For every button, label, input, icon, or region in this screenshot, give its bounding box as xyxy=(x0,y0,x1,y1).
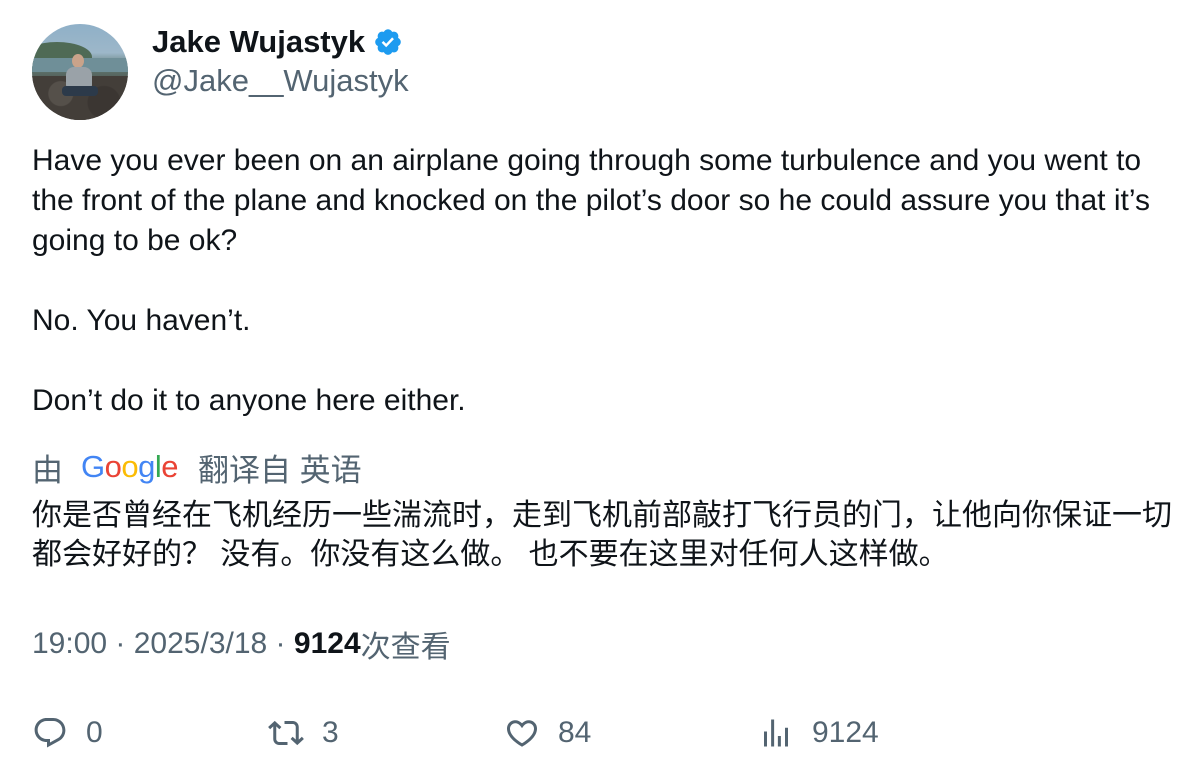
reply-icon xyxy=(34,718,66,748)
tweet-date[interactable]: 2025/3/18 xyxy=(134,627,267,661)
translation-source-label: 翻译自 英语 xyxy=(198,452,362,488)
tweet-time[interactable]: 19:00 xyxy=(32,627,107,661)
views-icon xyxy=(764,719,788,747)
verified-badge-icon xyxy=(375,29,401,55)
avatar[interactable] xyxy=(32,24,128,120)
tweet-paragraph: Don’t do it to anyone here either. xyxy=(32,384,466,417)
avatar-person-legs xyxy=(62,86,98,96)
tweet-paragraph: Have you ever been on an airplane going … xyxy=(32,144,1150,257)
reply-button[interactable]: 0 xyxy=(32,708,103,758)
heart-icon xyxy=(506,720,538,747)
meta-separator: · xyxy=(107,627,134,660)
retweet-button[interactable]: 3 xyxy=(268,708,339,758)
tweet-meta: 19:00 · 2025/3/18 · 9124 次查看 xyxy=(32,624,451,664)
tweet-text: Have you ever been on an airplane going … xyxy=(32,141,1162,421)
google-logo: Google xyxy=(81,449,179,484)
like-button[interactable]: 84 xyxy=(504,708,591,758)
views-button[interactable]: 9124 xyxy=(758,708,879,758)
views-count[interactable]: 9124 xyxy=(294,627,361,661)
like-count: 84 xyxy=(558,716,592,749)
author-name-row[interactable]: Jake Wujastyk xyxy=(152,22,403,62)
tweet-paragraph: No. You haven’t. xyxy=(32,304,251,337)
views-action-count: 9124 xyxy=(812,716,879,749)
reply-count: 0 xyxy=(86,716,103,749)
translation-attribution[interactable]: 由 Google 翻译自 英语 xyxy=(32,447,362,488)
translated-text: 你是否曾经在飞机经历一些湍流时，走到飞机前部敲打飞行员的门，让他向你保证一切都会… xyxy=(32,499,1172,571)
author-display-name[interactable]: Jake Wujastyk xyxy=(152,24,365,60)
meta-separator: · xyxy=(267,627,294,660)
translation-prefix: 由 xyxy=(32,452,63,488)
retweet-count: 3 xyxy=(322,716,339,749)
views-label[interactable]: 次查看 xyxy=(361,622,451,666)
retweet-icon xyxy=(268,720,304,746)
avatar-person-head xyxy=(72,54,84,68)
tweet-actions: 0 3 84 9124 xyxy=(32,708,1172,758)
author-handle[interactable]: @Jake__Wujastyk xyxy=(152,63,409,99)
